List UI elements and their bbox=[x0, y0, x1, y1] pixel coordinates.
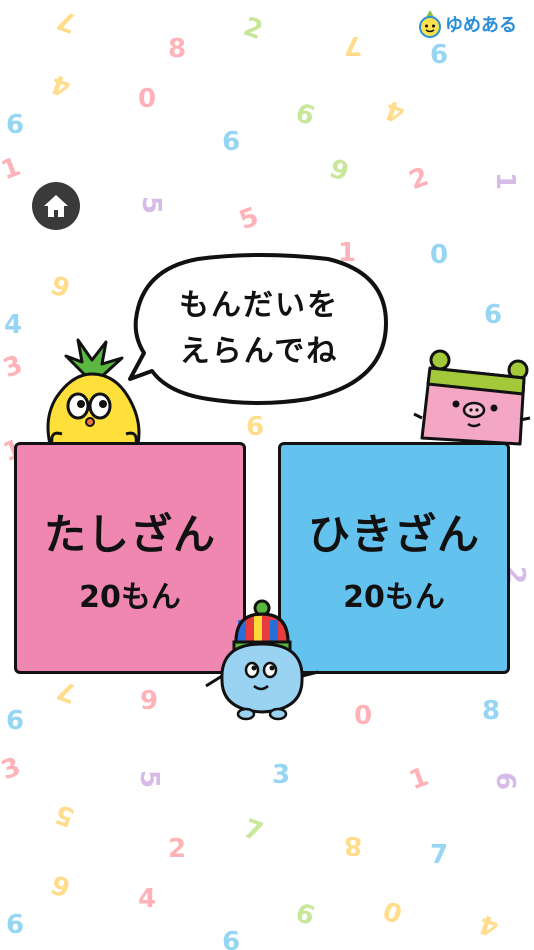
background-digit: 4 bbox=[475, 907, 503, 943]
background-digit: 6 bbox=[6, 706, 25, 736]
logo-text: ゆめある bbox=[445, 15, 517, 36]
background-digit: 0 bbox=[430, 240, 449, 270]
background-digit: 6 bbox=[47, 267, 75, 303]
background-digit: 4 bbox=[381, 93, 409, 129]
background-digit: 6 bbox=[291, 897, 319, 933]
background-digit: 6 bbox=[490, 771, 521, 791]
subtraction-count: 20もん bbox=[343, 579, 445, 615]
background-digit: 8 bbox=[482, 696, 501, 726]
background-digit: 0 bbox=[138, 84, 157, 114]
background-digit: 1 bbox=[0, 151, 25, 187]
background-digit: 2 bbox=[405, 161, 433, 197]
background-digit: 6 bbox=[6, 110, 25, 140]
prompt-line-2: えらんでね bbox=[179, 334, 339, 369]
background-digit: 4 bbox=[138, 884, 157, 914]
addition-title: たしざん bbox=[43, 509, 216, 559]
background-digit: 6 bbox=[246, 412, 265, 442]
background-digit: 1 bbox=[405, 761, 433, 797]
prompt-line-1: もんだいを bbox=[179, 288, 339, 323]
background-digit: 7 bbox=[344, 30, 363, 60]
background-digit: 2 bbox=[239, 11, 267, 47]
background-digit: 5 bbox=[134, 769, 165, 789]
speech-bubble: もんだいを えらんでね bbox=[128, 253, 390, 405]
background-digit: 7 bbox=[430, 840, 449, 870]
background-digit: 8 bbox=[344, 830, 363, 860]
background-digit: 9 bbox=[222, 124, 241, 154]
background-digit: 3 bbox=[0, 349, 27, 385]
home-button[interactable] bbox=[32, 182, 80, 230]
background-digit: 0 bbox=[354, 698, 373, 728]
background-digit: 8 bbox=[168, 34, 187, 64]
addition-count: 20もん bbox=[79, 579, 181, 615]
background-digit: 4 bbox=[47, 67, 75, 103]
background-digit: 9 bbox=[325, 153, 353, 189]
background-digit: 6 bbox=[484, 300, 503, 330]
background-digit: 5 bbox=[136, 195, 167, 215]
background-digit: 3 bbox=[0, 751, 25, 787]
background-digit: 0 bbox=[379, 893, 407, 929]
home-icon bbox=[44, 195, 68, 217]
background-digit: 2 bbox=[168, 834, 187, 864]
background-digit: 6 bbox=[47, 867, 75, 903]
background-digit: 5 bbox=[51, 797, 79, 833]
background-digit: 9 bbox=[222, 924, 241, 950]
background-digit: 3 bbox=[272, 760, 291, 790]
background-digit: 6 bbox=[430, 40, 449, 70]
background-digit: 9 bbox=[140, 686, 159, 716]
background-digit: 7 bbox=[53, 673, 81, 709]
subtraction-title: ひきざん bbox=[307, 509, 480, 559]
background-digit: 6 bbox=[6, 910, 25, 940]
pig-character bbox=[413, 349, 531, 446]
background-digit: 5 bbox=[235, 201, 263, 237]
pineapple-character bbox=[46, 338, 141, 446]
background-digit: 7 bbox=[239, 813, 267, 849]
app-logo: ゆめある bbox=[418, 10, 517, 38]
logo-icon bbox=[419, 10, 441, 38]
background-digit: 6 bbox=[291, 97, 319, 133]
background-digit: 1 bbox=[490, 171, 521, 191]
background-digit: 4 bbox=[4, 310, 23, 340]
background-digit: 7 bbox=[53, 3, 81, 39]
blue-blob-character bbox=[205, 599, 319, 721]
